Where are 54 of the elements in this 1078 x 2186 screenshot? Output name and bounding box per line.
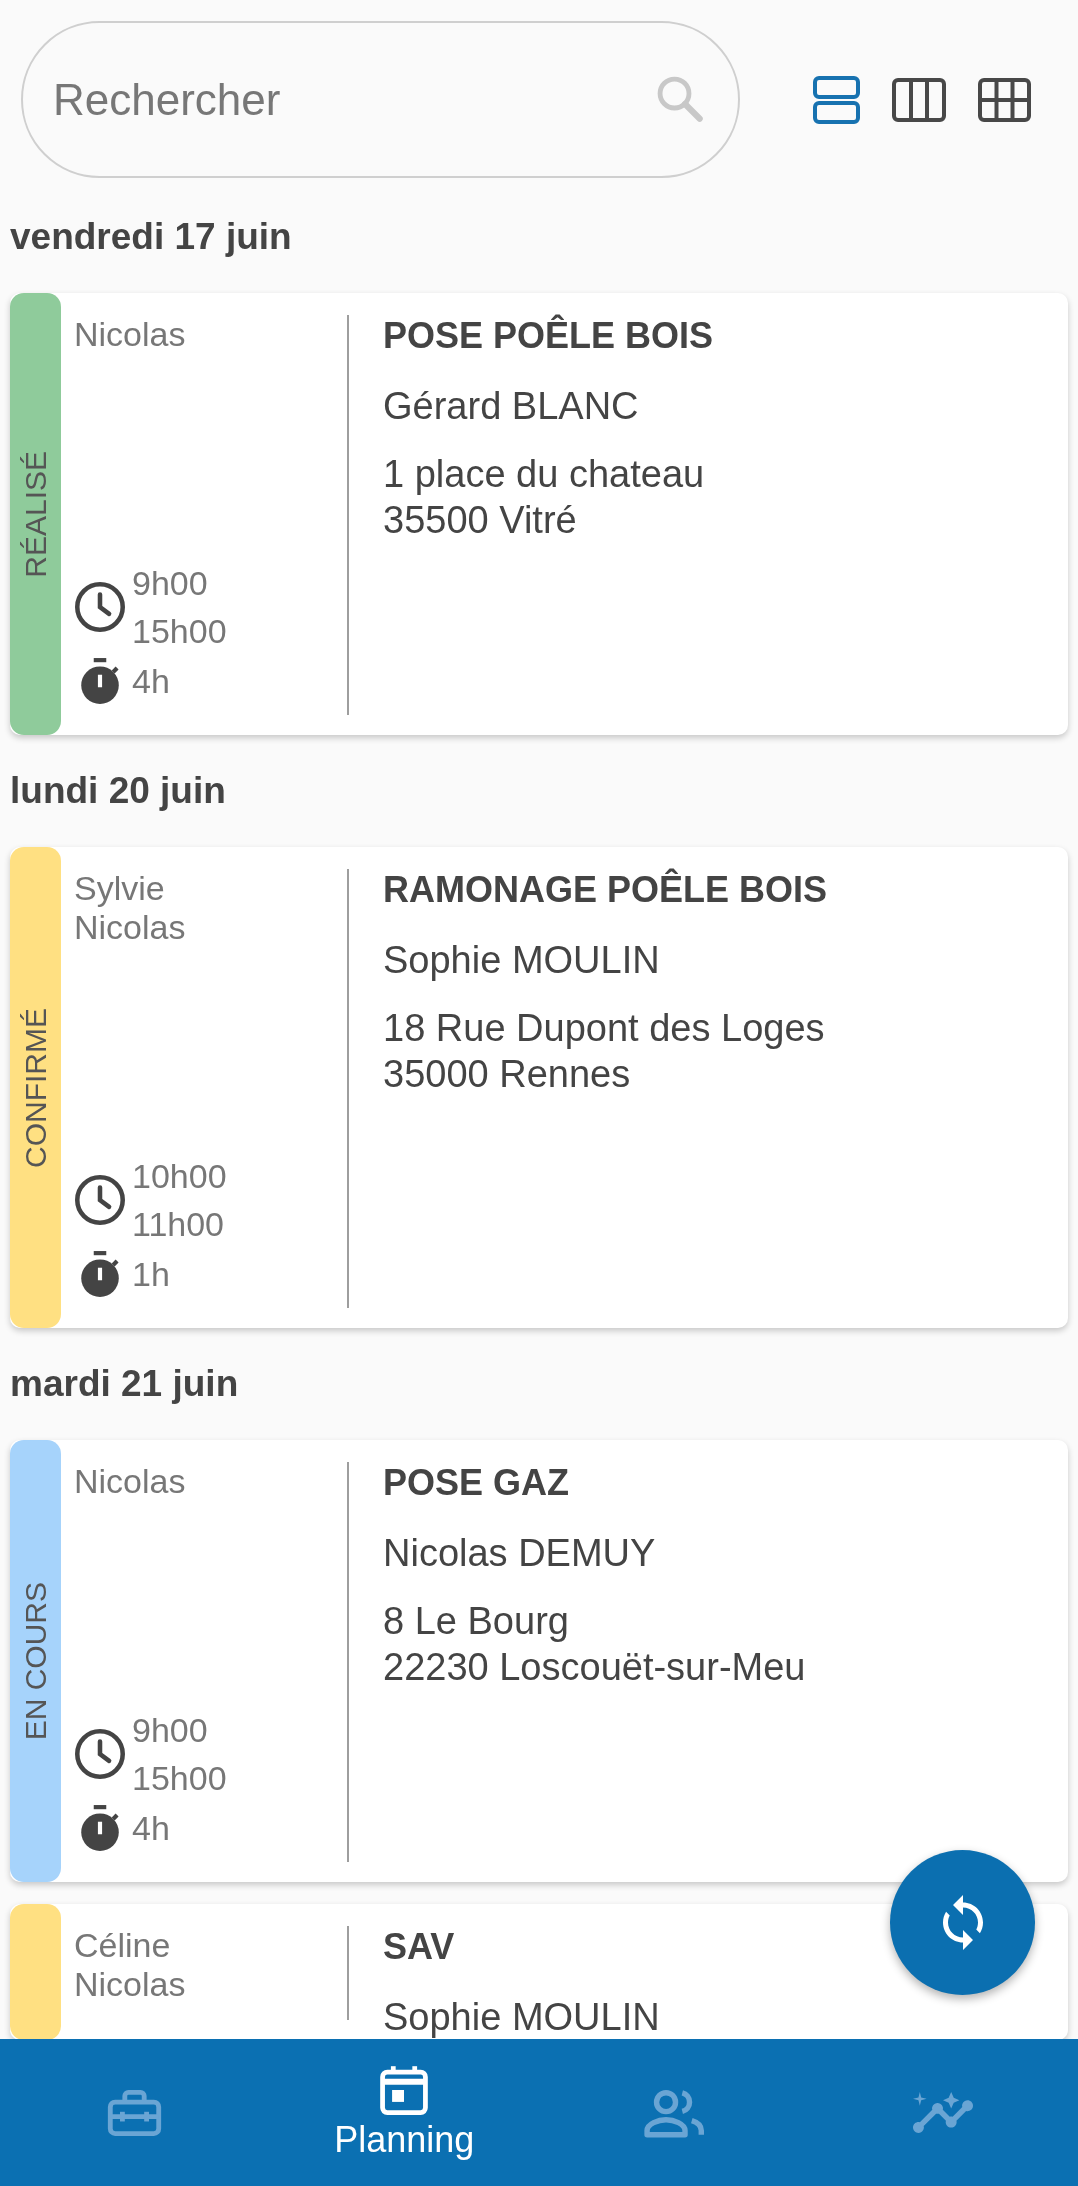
address-line: 18 Rue Dupont des Loges xyxy=(383,1006,825,1051)
start-time: 10h00 xyxy=(132,1156,227,1197)
technician-name: Nicolas xyxy=(74,908,186,947)
client-name: Sophie MOULIN xyxy=(383,938,660,983)
address-line: 8 Le Bourg xyxy=(383,1599,569,1644)
duration-text: 4h xyxy=(132,1808,170,1849)
appointment-card[interactable]: RÉALISÉ Nicolas 9h00 15h00 4h POSE POÊLE BOIS Gérard BLANC 1 place du chateau 35500 Vitré xyxy=(10,293,1068,735)
appointment-card[interactable]: EN COURS Nicolas 9h00 15h00 4h POSE GAZ Nicolas DEMUY 8 Le Bourg 22230 Loscouët-sur-Meu xyxy=(10,1440,1068,1882)
technician-name: Nicolas xyxy=(74,315,186,354)
duration-text: 1h xyxy=(132,1254,170,1295)
start-time: 9h00 xyxy=(132,563,208,604)
day-heading: vendredi 17 juin xyxy=(10,215,292,259)
list-view-icon xyxy=(813,75,860,124)
status-label: EN COURS xyxy=(20,1581,51,1741)
day-heading: lundi 20 juin xyxy=(10,769,226,813)
end-time: 15h00 xyxy=(132,611,227,652)
client-name: Sophie MOULIN xyxy=(383,1995,660,2039)
appointment-card[interactable]: CONFIRMÉ Sylvie Nicolas 10h00 11h00 1h RAMONAGE POÊLE BOIS Sophie MOULIN 18 Rue Dupont des Loges 35000 Rennes xyxy=(10,847,1068,1328)
technician-name: Nicolas xyxy=(74,1965,186,2004)
view-toggle-button[interactable] xyxy=(813,75,860,124)
people-icon xyxy=(643,2087,705,2138)
address-line: 35500 Vitré xyxy=(383,498,577,543)
technician-name: Sylvie xyxy=(74,869,165,908)
duration-text: 4h xyxy=(132,661,170,702)
appointment-card[interactable]: Céline Nicolas SAV Sophie MOULIN xyxy=(10,1904,1068,2039)
sync-icon xyxy=(942,1895,983,1950)
job-title: POSE GAZ xyxy=(383,1461,570,1505)
technician-name: Nicolas xyxy=(74,1462,186,1501)
client-name: Gérard BLANC xyxy=(383,384,639,429)
start-time: 9h00 xyxy=(132,1710,208,1751)
status-label: RÉALISÉ xyxy=(20,450,51,578)
end-time: 11h00 xyxy=(132,1204,225,1245)
client-name: Nicolas DEMUY xyxy=(383,1531,656,1576)
end-time: 15h00 xyxy=(132,1758,227,1799)
day-heading: mardi 21 juin xyxy=(10,1362,239,1406)
status-label: CONFIRMÉ xyxy=(20,1007,51,1168)
clock-icon xyxy=(75,1175,125,1225)
address-line: 22230 Loscouët-sur-Meu xyxy=(383,1645,806,1690)
view-toggle-button[interactable] xyxy=(978,77,1031,122)
briefcase-icon xyxy=(107,2089,163,2136)
calendar-icon xyxy=(379,2064,430,2115)
job-title: POSE POÊLE BOIS xyxy=(383,313,714,358)
nav-tab[interactable]: Planning xyxy=(269,2039,539,2186)
job-title: SAV xyxy=(383,1925,455,1969)
view-toggle-button[interactable] xyxy=(892,77,946,122)
columns-view-icon xyxy=(892,77,946,122)
clock-icon xyxy=(75,582,125,632)
grid-view-icon xyxy=(978,77,1031,122)
clock-icon xyxy=(75,1729,125,1779)
address-line: 1 place du chateau xyxy=(383,452,705,497)
technician-name: Céline xyxy=(74,1926,171,1965)
search-field[interactable]: Rechercher xyxy=(21,21,740,178)
address-line: 35000 Rennes xyxy=(383,1052,631,1097)
job-title: RAMONAGE POÊLE BOIS xyxy=(383,867,828,912)
